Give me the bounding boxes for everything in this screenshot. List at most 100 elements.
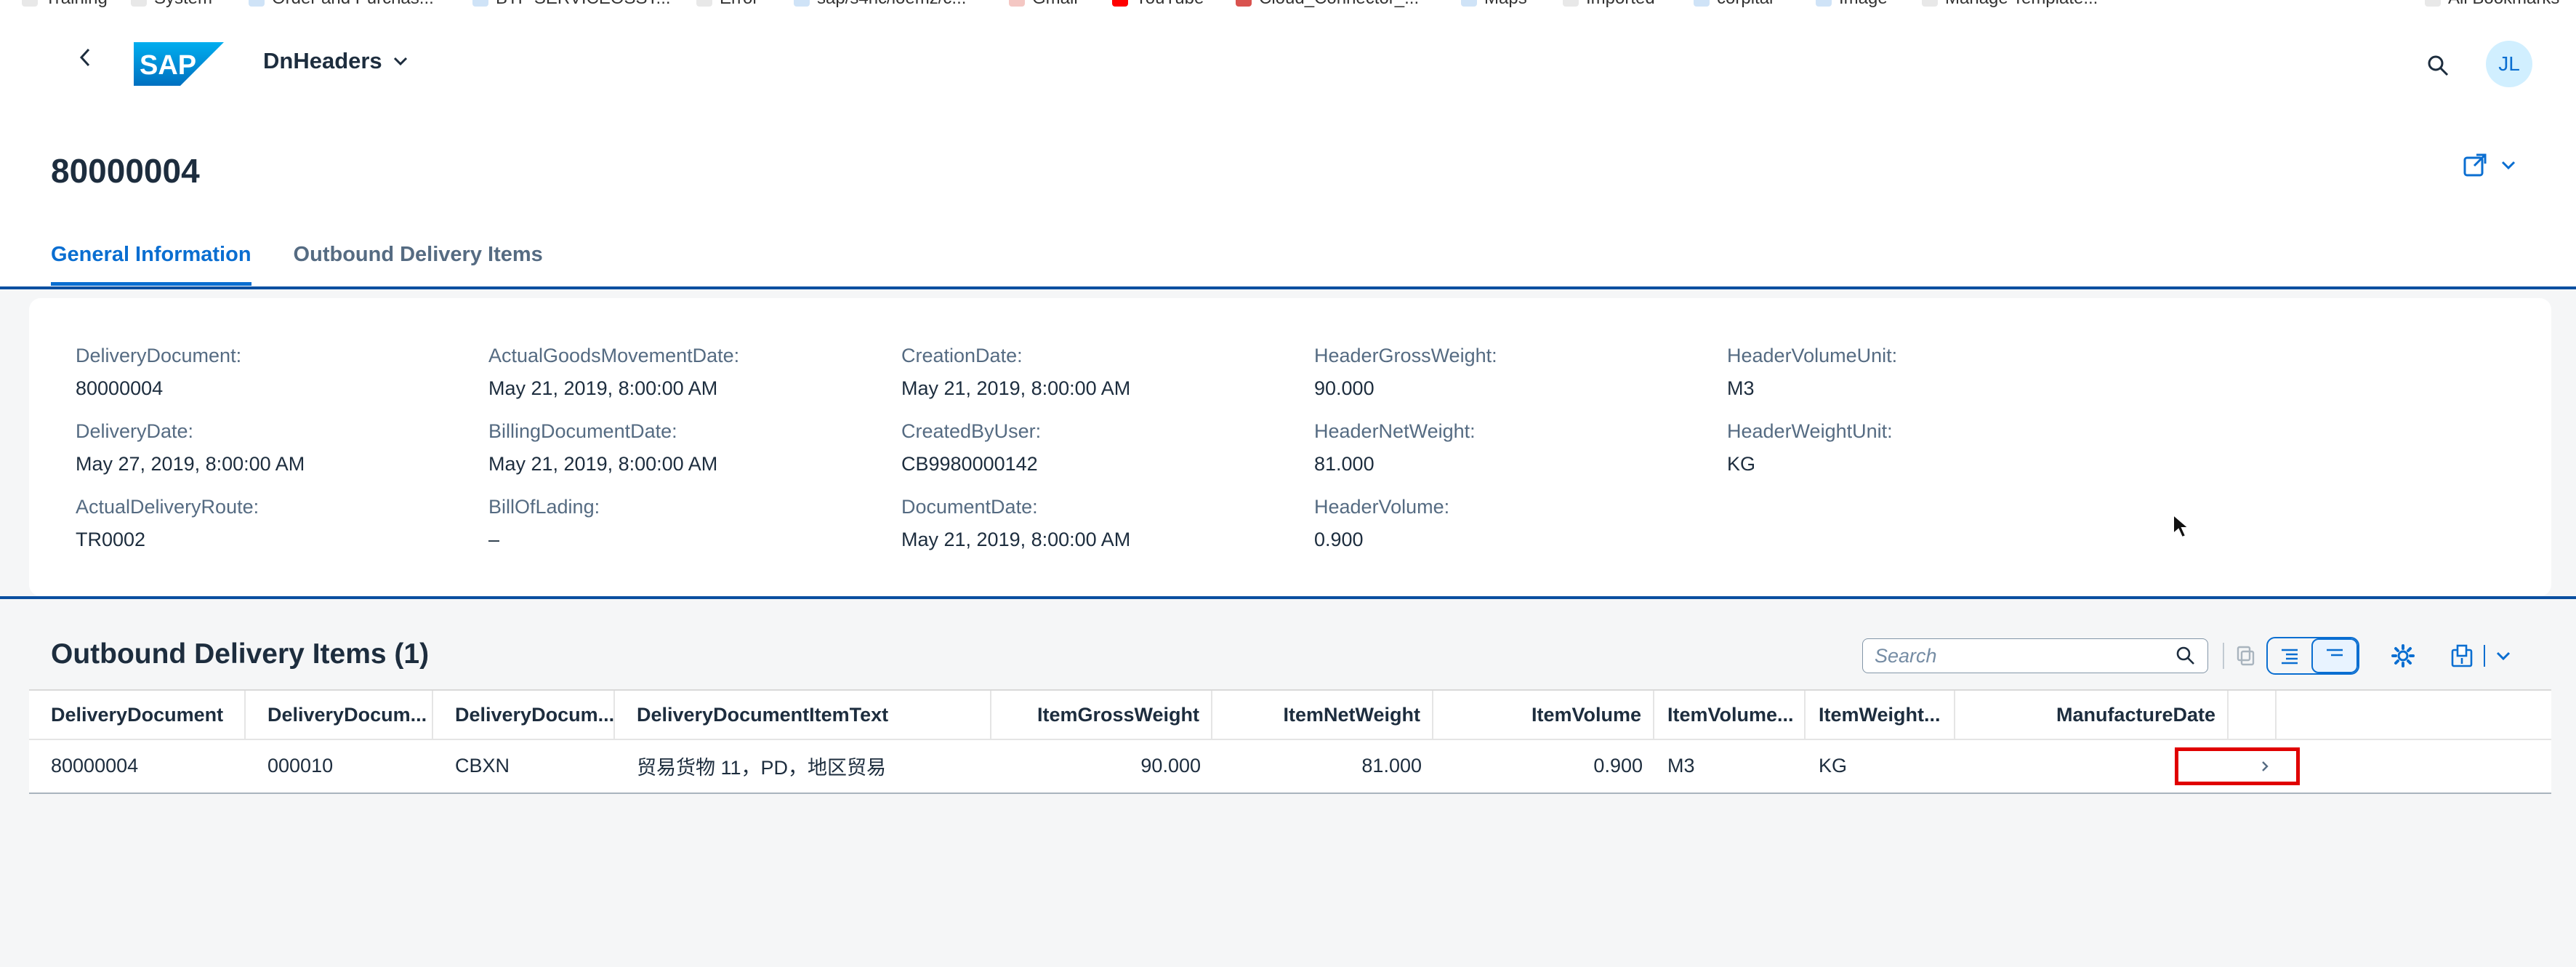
bookmark-label: Image — [1839, 0, 1888, 9]
bookmark-btp[interactable]: BTP SERVICEOSST... — [472, 0, 671, 9]
column-header[interactable]: DeliveryDocum... — [433, 691, 615, 739]
bookmarks-bar: Training System Order and Purchas... BTP… — [0, 0, 2576, 11]
bookmark-label: Imported — [1586, 0, 1655, 9]
field-label: CreatedByUser: — [901, 420, 1042, 442]
field-value: May 21, 2019, 8:00:00 AM — [488, 377, 718, 399]
bookmark-system[interactable]: System — [131, 0, 212, 9]
chevron-left-icon — [79, 48, 90, 67]
chevron-down-icon — [393, 57, 407, 66]
field-label: ActualGoodsMovementDate: — [488, 345, 740, 366]
bookmark-corpital[interactable]: corpital — [1694, 0, 1773, 9]
search-icon[interactable] — [2175, 646, 2196, 666]
bookmark-youtube[interactable]: YouTube — [1112, 0, 1204, 9]
table-search-input[interactable]: Search — [1862, 638, 2208, 673]
cell-delivery-document-category: CBXN — [455, 754, 510, 777]
field-value: 81.000 — [1314, 453, 1374, 475]
bookmark-label: BTP SERVICEOSST... — [496, 0, 671, 9]
bookmark-all[interactable]: All Bookmarks — [2425, 0, 2559, 9]
app-title: DnHeaders — [263, 48, 382, 73]
field-header-net-weight: HeaderNetWeight: 81.000 — [1314, 420, 1476, 476]
field-delivery-document: DeliveryDocument: 80000004 — [76, 345, 241, 400]
bookmark-image[interactable]: Image — [1816, 0, 1888, 9]
row-navigation-button[interactable] — [2175, 747, 2300, 785]
field-value: 0.900 — [1314, 529, 1364, 550]
list-outdent-icon — [2327, 649, 2343, 657]
field-created-by-user: CreatedByUser: CB9980000142 — [901, 420, 1041, 476]
tab-bar: General Information Outbound Delivery It… — [51, 243, 543, 286]
field-bill-of-lading: BillOfLading: – — [488, 496, 600, 551]
field-header-volume: HeaderVolume: 0.900 — [1314, 496, 1449, 551]
bookmark-error[interactable]: Error — [696, 0, 758, 9]
object-header: 80000004 General Information Outbound De… — [0, 115, 2576, 286]
header-divider — [0, 286, 2576, 289]
chevron-down-icon — [2501, 161, 2516, 170]
back-button[interactable] — [70, 41, 100, 74]
split-divider — [2484, 645, 2485, 667]
tab-general-information[interactable]: General Information — [51, 243, 251, 286]
bookmark-cloud-connector[interactable]: Cloud_Connector_... — [1236, 0, 1419, 9]
field-value: M3 — [1727, 377, 1755, 399]
field-value: KG — [1727, 453, 1756, 475]
column-header[interactable]: DeliveryDocumentItemText — [615, 691, 991, 739]
mouse-cursor-icon — [2173, 513, 2191, 539]
chevron-right-icon — [2262, 761, 2269, 771]
bookmark-imported[interactable]: Imported — [1563, 0, 1655, 9]
export-menu-button[interactable] — [2441, 637, 2521, 675]
column-header[interactable]: ItemGrossWeight — [991, 691, 1212, 739]
share-icon — [2463, 153, 2487, 177]
field-creation-date: CreationDate: May 21, 2019, 8:00:00 AM — [901, 345, 1130, 400]
cell-item-net-weight: 81.000 — [1361, 754, 1422, 777]
condensed-view-button[interactable] — [2268, 638, 2311, 673]
bookmark-label: YouTube — [1135, 0, 1204, 9]
field-billing-document-date: BillingDocumentDate: May 21, 2019, 8:00:… — [488, 420, 717, 476]
field-value: 90.000 — [1314, 377, 1374, 399]
field-label: ActualDeliveryRoute: — [76, 496, 259, 518]
list-indent-icon — [2282, 649, 2298, 665]
copy-button[interactable] — [2230, 637, 2262, 675]
column-header[interactable]: ItemVolume... — [1654, 691, 1806, 739]
bookmark-order-purchase[interactable]: Order and Purchas... — [249, 0, 434, 9]
column-header[interactable]: ItemNetWeight — [1212, 691, 1433, 739]
cell-item-gross-weight: 90.000 — [1140, 754, 1201, 777]
bookmark-label: Gmail — [1032, 0, 1078, 9]
chevron-down-icon — [2496, 651, 2511, 661]
tab-outbound-delivery-items[interactable]: Outbound Delivery Items — [294, 243, 543, 286]
copy-icon — [2237, 646, 2255, 666]
field-value: May 21, 2019, 8:00:00 AM — [901, 529, 1131, 550]
bookmark-maps[interactable]: Maps — [1461, 0, 1527, 9]
sap-logo[interactable]: SAP — [134, 42, 224, 86]
field-label: BillingDocumentDate: — [488, 420, 677, 442]
field-header-gross-weight: HeaderGrossWeight: 90.000 — [1314, 345, 1497, 400]
bookmark-manage-template[interactable]: Manage Template... — [1922, 0, 2098, 9]
bookmark-label: Order and Purchas... — [272, 0, 434, 9]
field-label: BillOfLading: — [488, 496, 600, 518]
general-information-section: DeliveryDocument: 80000004 DeliveryDate:… — [29, 298, 2551, 596]
app-title-menu[interactable]: DnHeaders — [263, 48, 408, 74]
column-header[interactable]: ManufactureDate — [1955, 691, 2229, 739]
cell-item-weight-unit: KG — [1819, 754, 1848, 777]
field-actual-delivery-route: ActualDeliveryRoute: TR0002 — [76, 496, 259, 551]
shell-search-button[interactable] — [2420, 48, 2455, 83]
bookmark-s4hc[interactable]: sap/s4hc/loemz/c... — [794, 0, 966, 9]
column-header[interactable]: ItemVolume — [1433, 691, 1654, 739]
user-avatar[interactable]: JL — [2486, 41, 2532, 87]
share-button[interactable] — [2463, 153, 2516, 177]
field-document-date: DocumentDate: May 21, 2019, 8:00:00 AM — [901, 496, 1130, 551]
table-settings-button[interactable] — [2384, 637, 2422, 675]
bookmark-gmail[interactable]: Gmail — [1009, 0, 1078, 9]
column-header-actions — [2229, 691, 2277, 739]
column-header[interactable]: DeliveryDocum... — [246, 691, 433, 739]
table-title: Outbound Delivery Items (1) — [51, 638, 430, 670]
bookmark-label: Error — [720, 0, 758, 9]
bookmark-training[interactable]: Training — [22, 0, 108, 9]
column-header[interactable]: ItemWeight... — [1806, 691, 1955, 739]
field-label: DeliveryDate: — [76, 420, 194, 442]
sap-logo-icon: SAP — [134, 42, 224, 86]
cell-item-text: 贸易货物 11，PD，地区贸易 — [637, 756, 887, 779]
gear-icon — [2391, 644, 2415, 667]
field-value: May 27, 2019, 8:00:00 AM — [76, 453, 305, 475]
field-value: May 21, 2019, 8:00:00 AM — [901, 377, 1131, 399]
field-actual-goods-movement-date: ActualGoodsMovementDate: May 21, 2019, 8… — [488, 345, 739, 400]
expanded-view-button[interactable] — [2311, 638, 2358, 673]
column-header[interactable]: DeliveryDocument — [29, 691, 246, 739]
